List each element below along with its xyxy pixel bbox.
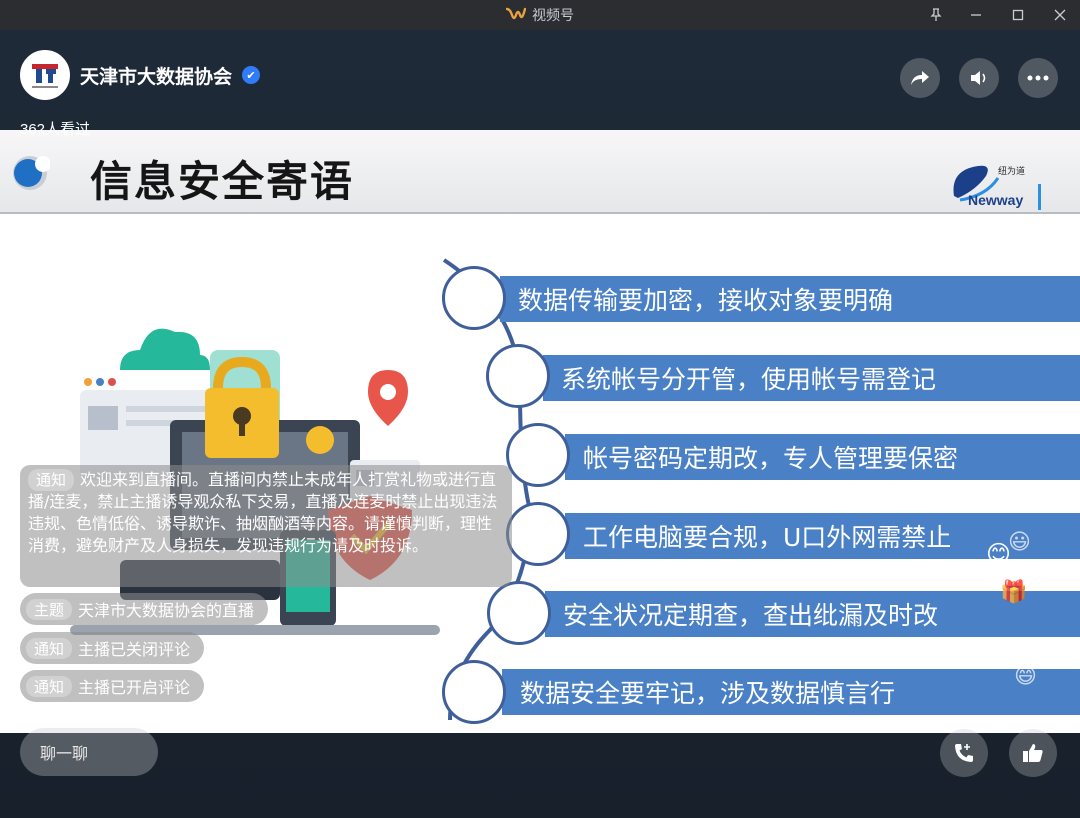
newway-logo-sub: 纽为道 xyxy=(998,167,1026,177)
share-icon xyxy=(911,71,929,85)
reaction-emoji-icon: 🎁 xyxy=(1000,580,1028,605)
slide-item-6: 数据安全要牢记，涉及数据慎言行 xyxy=(502,669,1080,715)
comments-closed-text: 主播已关闭评论 xyxy=(78,640,191,659)
slide-item-text: 数据传输要加密，接收对象要明确 xyxy=(518,286,894,315)
app-title-text: 视频号 xyxy=(532,8,574,24)
slide-item-2: 系统帐号分开管，使用帐号需登记 xyxy=(543,355,1080,401)
comments-closed-notice: 通知 主播已关闭评论 xyxy=(20,632,205,664)
channel-avatar[interactable] xyxy=(20,50,70,100)
topic-comment: 主题 天津市大数据协会的直播 xyxy=(20,593,269,625)
notice-tag: 通知 xyxy=(26,675,73,697)
verified-icon: ✔ xyxy=(242,66,261,84)
slide-item-text: 数据安全要牢记，涉及数据慎言行 xyxy=(520,679,896,708)
slide-item-6-circle xyxy=(442,660,506,724)
call-button[interactable] xyxy=(940,729,988,777)
slide-item-5-circle xyxy=(487,581,551,645)
slide-item-4-circle xyxy=(506,502,570,566)
title-bullet-icon xyxy=(13,156,50,190)
slide-item-text: 系统帐号分开管，使用帐号需登记 xyxy=(561,365,937,394)
volume-button[interactable] xyxy=(959,58,999,98)
more-icon xyxy=(1027,75,1049,81)
notice-comment: 通知 欢迎来到直播间。直播间内禁止未成年人打赏礼物或进行直播/连麦，禁止主播诱导观… xyxy=(20,465,512,587)
close-button[interactable] xyxy=(1040,0,1080,30)
notice-tag: 通知 xyxy=(28,469,75,491)
reaction-emoji-icon: 😃 xyxy=(1008,530,1031,555)
reaction-emoji-icon: 😄 xyxy=(1014,664,1037,689)
slide-item-3: 帐号密码定期改，专人管理要保密 xyxy=(565,434,1080,480)
notice-tag: 通知 xyxy=(26,637,73,659)
newway-logo-text: Newway xyxy=(968,192,1024,208)
topic-tag: 主题 xyxy=(26,598,73,620)
topic-text: 天津市大数据协会的直播 xyxy=(78,601,255,620)
slide-item-1-circle xyxy=(442,266,506,330)
slide-title: 信息安全寄语 xyxy=(90,157,355,206)
slide-item-1: 数据传输要加密，接收对象要明确 xyxy=(500,276,1080,322)
slide-item-3-circle xyxy=(506,423,570,487)
channel-header: 天津市大数据协会 ✔ xyxy=(20,50,261,100)
wechat-channels-logo-icon xyxy=(506,7,526,20)
like-button[interactable] xyxy=(1009,729,1057,777)
more-button[interactable] xyxy=(1018,58,1058,98)
share-button[interactable] xyxy=(900,58,940,98)
comments-opened-text: 主播已开启评论 xyxy=(78,678,191,697)
channel-name[interactable]: 天津市大数据协会 xyxy=(80,62,232,89)
slide-item-text: 工作电脑要合规，U口外网需禁止 xyxy=(583,523,952,552)
like-icon xyxy=(1023,744,1043,762)
pin-icon[interactable] xyxy=(916,0,956,30)
newway-logo: 纽为道 Newway xyxy=(946,156,1046,212)
slide-item-text: 帐号密码定期改，专人管理要保密 xyxy=(583,444,959,473)
maximize-button[interactable] xyxy=(998,0,1038,30)
association-logo-icon xyxy=(25,55,65,95)
chat-input[interactable]: 聊一聊 xyxy=(20,728,158,776)
slide-item-2-circle xyxy=(486,344,550,408)
minimize-button[interactable] xyxy=(956,0,996,30)
slide-item-text: 安全状况定期查，查出纰漏及时改 xyxy=(563,601,939,630)
call-icon xyxy=(955,744,973,762)
volume-icon xyxy=(971,71,986,85)
comments-opened-notice: 通知 主播已开启评论 xyxy=(20,670,205,702)
view-count: 362人看过 xyxy=(20,121,91,138)
notice-text: 欢迎来到直播间。直播间内禁止未成年人打赏礼物或进行直播/连麦，禁止主播诱导观众私… xyxy=(28,470,498,555)
